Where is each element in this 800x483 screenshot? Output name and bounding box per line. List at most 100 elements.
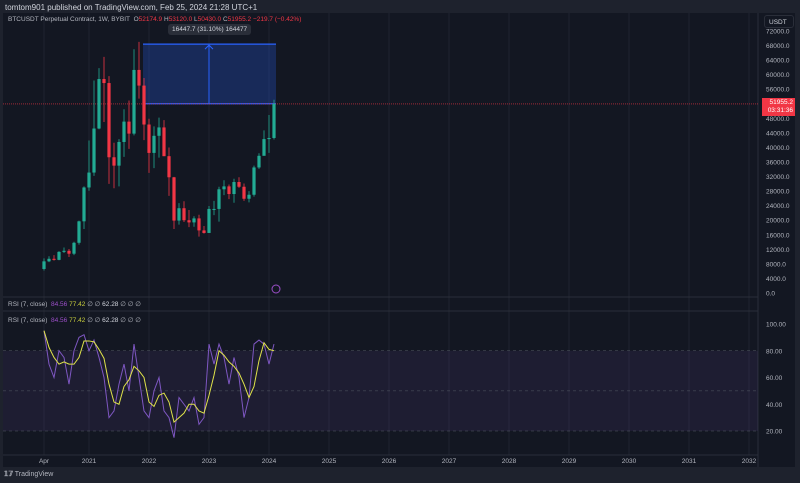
change-value: −219.7 (−0.42%) xyxy=(252,16,302,23)
candle-body xyxy=(92,128,96,173)
candle-body xyxy=(247,194,251,199)
candle-body xyxy=(197,218,201,231)
price-tick: 8000.0 xyxy=(766,261,786,268)
tradingview-logo[interactable]: 𝟙𝟟 TradingView xyxy=(4,470,53,478)
candle-body xyxy=(117,141,121,166)
price-tick: 72000.0 xyxy=(766,29,790,36)
na-value: ∅ xyxy=(127,317,134,324)
price-tick: 4000.0 xyxy=(766,276,786,283)
candle-body xyxy=(187,220,191,223)
tradingview-snapshot: tomtom901 published on TradingView.com, … xyxy=(0,0,800,483)
candle-body xyxy=(52,258,56,260)
price-tick: 44000.0 xyxy=(766,130,790,137)
na-value: ∅ xyxy=(135,317,141,324)
time-tick: Apr xyxy=(39,458,50,465)
rsi-tick: 40.00 xyxy=(766,402,783,409)
rsi-value: 84.56 xyxy=(51,301,68,308)
close-value: 51955.2 xyxy=(227,16,252,23)
rsi-value-2: 62.28 xyxy=(102,317,119,324)
symbol-title: BTCUSDT Perpetual Contract, 1W, BYBIT xyxy=(8,16,130,23)
measure-label: 16447.7 (31.10%) 164477 xyxy=(168,24,252,35)
candle-body xyxy=(272,103,276,138)
candle-body xyxy=(97,79,101,129)
candle-body xyxy=(107,83,111,158)
candle-body xyxy=(162,127,166,157)
candle-body xyxy=(87,172,91,188)
candle-body xyxy=(242,186,246,199)
candle-body xyxy=(47,258,51,262)
rsi-ma-value: 77.42 xyxy=(69,317,86,324)
na-value: ∅ xyxy=(94,301,101,308)
time-tick: 2024 xyxy=(262,458,277,465)
price-tick: 56000.0 xyxy=(766,87,790,94)
candle-body xyxy=(227,186,231,195)
candle-body xyxy=(132,69,136,134)
candle-body xyxy=(62,250,66,252)
candle-body xyxy=(147,124,151,153)
candle-body xyxy=(142,85,146,125)
price-tick: 36000.0 xyxy=(766,160,790,167)
candle-body xyxy=(257,155,261,168)
time-tick: 2029 xyxy=(562,458,577,465)
candle-body xyxy=(252,167,256,195)
candle-body xyxy=(127,121,131,134)
price-tick: 24000.0 xyxy=(766,203,790,210)
time-tick: 2021 xyxy=(82,458,97,465)
candle-body xyxy=(262,139,266,156)
brand-name: TradingView xyxy=(14,471,54,478)
candle-body xyxy=(217,189,221,209)
low-value: 50430.0 xyxy=(197,16,222,23)
price-tick: 32000.0 xyxy=(766,174,790,181)
candle-body xyxy=(152,135,156,153)
candle-body xyxy=(172,177,176,221)
rsi-tick: 80.00 xyxy=(766,348,783,355)
candle-body xyxy=(77,221,81,243)
candle-body xyxy=(212,208,216,210)
bar-countdown: 03:31:36 xyxy=(767,107,793,114)
price-tick: 28000.0 xyxy=(766,189,790,196)
candle-body xyxy=(222,186,226,190)
candle-body xyxy=(42,261,46,269)
na-value: ∅ xyxy=(87,301,93,308)
time-tick: 2030 xyxy=(622,458,637,465)
price-tick: 20000.0 xyxy=(766,218,790,225)
currency-button[interactable]: USDT xyxy=(764,15,794,28)
candle-body xyxy=(192,218,196,223)
candle-body xyxy=(137,69,141,86)
last-price: 51955.2 xyxy=(769,99,794,106)
price-tick: 12000.0 xyxy=(766,247,790,254)
rsi-band xyxy=(3,350,758,431)
price-tick: 48000.0 xyxy=(766,116,790,123)
flash-icon xyxy=(271,284,281,294)
rsi-tick: 60.00 xyxy=(766,375,783,382)
time-tick: 2023 xyxy=(202,458,217,465)
na-value: ∅ xyxy=(127,301,134,308)
candle-body xyxy=(102,79,106,84)
chart-canvas[interactable]: 72000.0 68000.0 64000.0 60000.0 56000.0 48000… xyxy=(0,0,800,483)
candle-body xyxy=(232,182,236,195)
candle-body xyxy=(182,208,186,221)
candle-body xyxy=(267,137,271,140)
rsi-value: 84.56 xyxy=(51,317,68,324)
na-value: ∅ xyxy=(87,317,93,324)
na-value: ∅ xyxy=(135,301,141,308)
candle-body xyxy=(72,242,76,254)
rsi-name: RSI (7, close) xyxy=(8,301,48,308)
time-tick: 2031 xyxy=(682,458,697,465)
candle-body xyxy=(67,250,71,254)
rsi-tick: 100.00 xyxy=(766,322,786,329)
last-price-tag: 51955.2 03:31:36 xyxy=(762,98,795,116)
time-tick: 2032 xyxy=(742,458,757,465)
candle-body xyxy=(82,187,86,222)
na-value: ∅ xyxy=(94,317,101,324)
candle-body xyxy=(57,251,61,260)
candle-body xyxy=(207,208,211,233)
rsi-tick: 20.00 xyxy=(766,429,783,436)
candle-body xyxy=(122,121,126,142)
price-tick: 0.0 xyxy=(766,291,775,298)
candle-body xyxy=(237,182,241,187)
open-value: 52174.9 xyxy=(138,16,163,23)
price-tick: 68000.0 xyxy=(766,43,790,50)
symbol-legend: BTCUSDT Perpetual Contract, 1W, BYBIT O5… xyxy=(8,16,301,23)
candle-body xyxy=(157,127,161,136)
